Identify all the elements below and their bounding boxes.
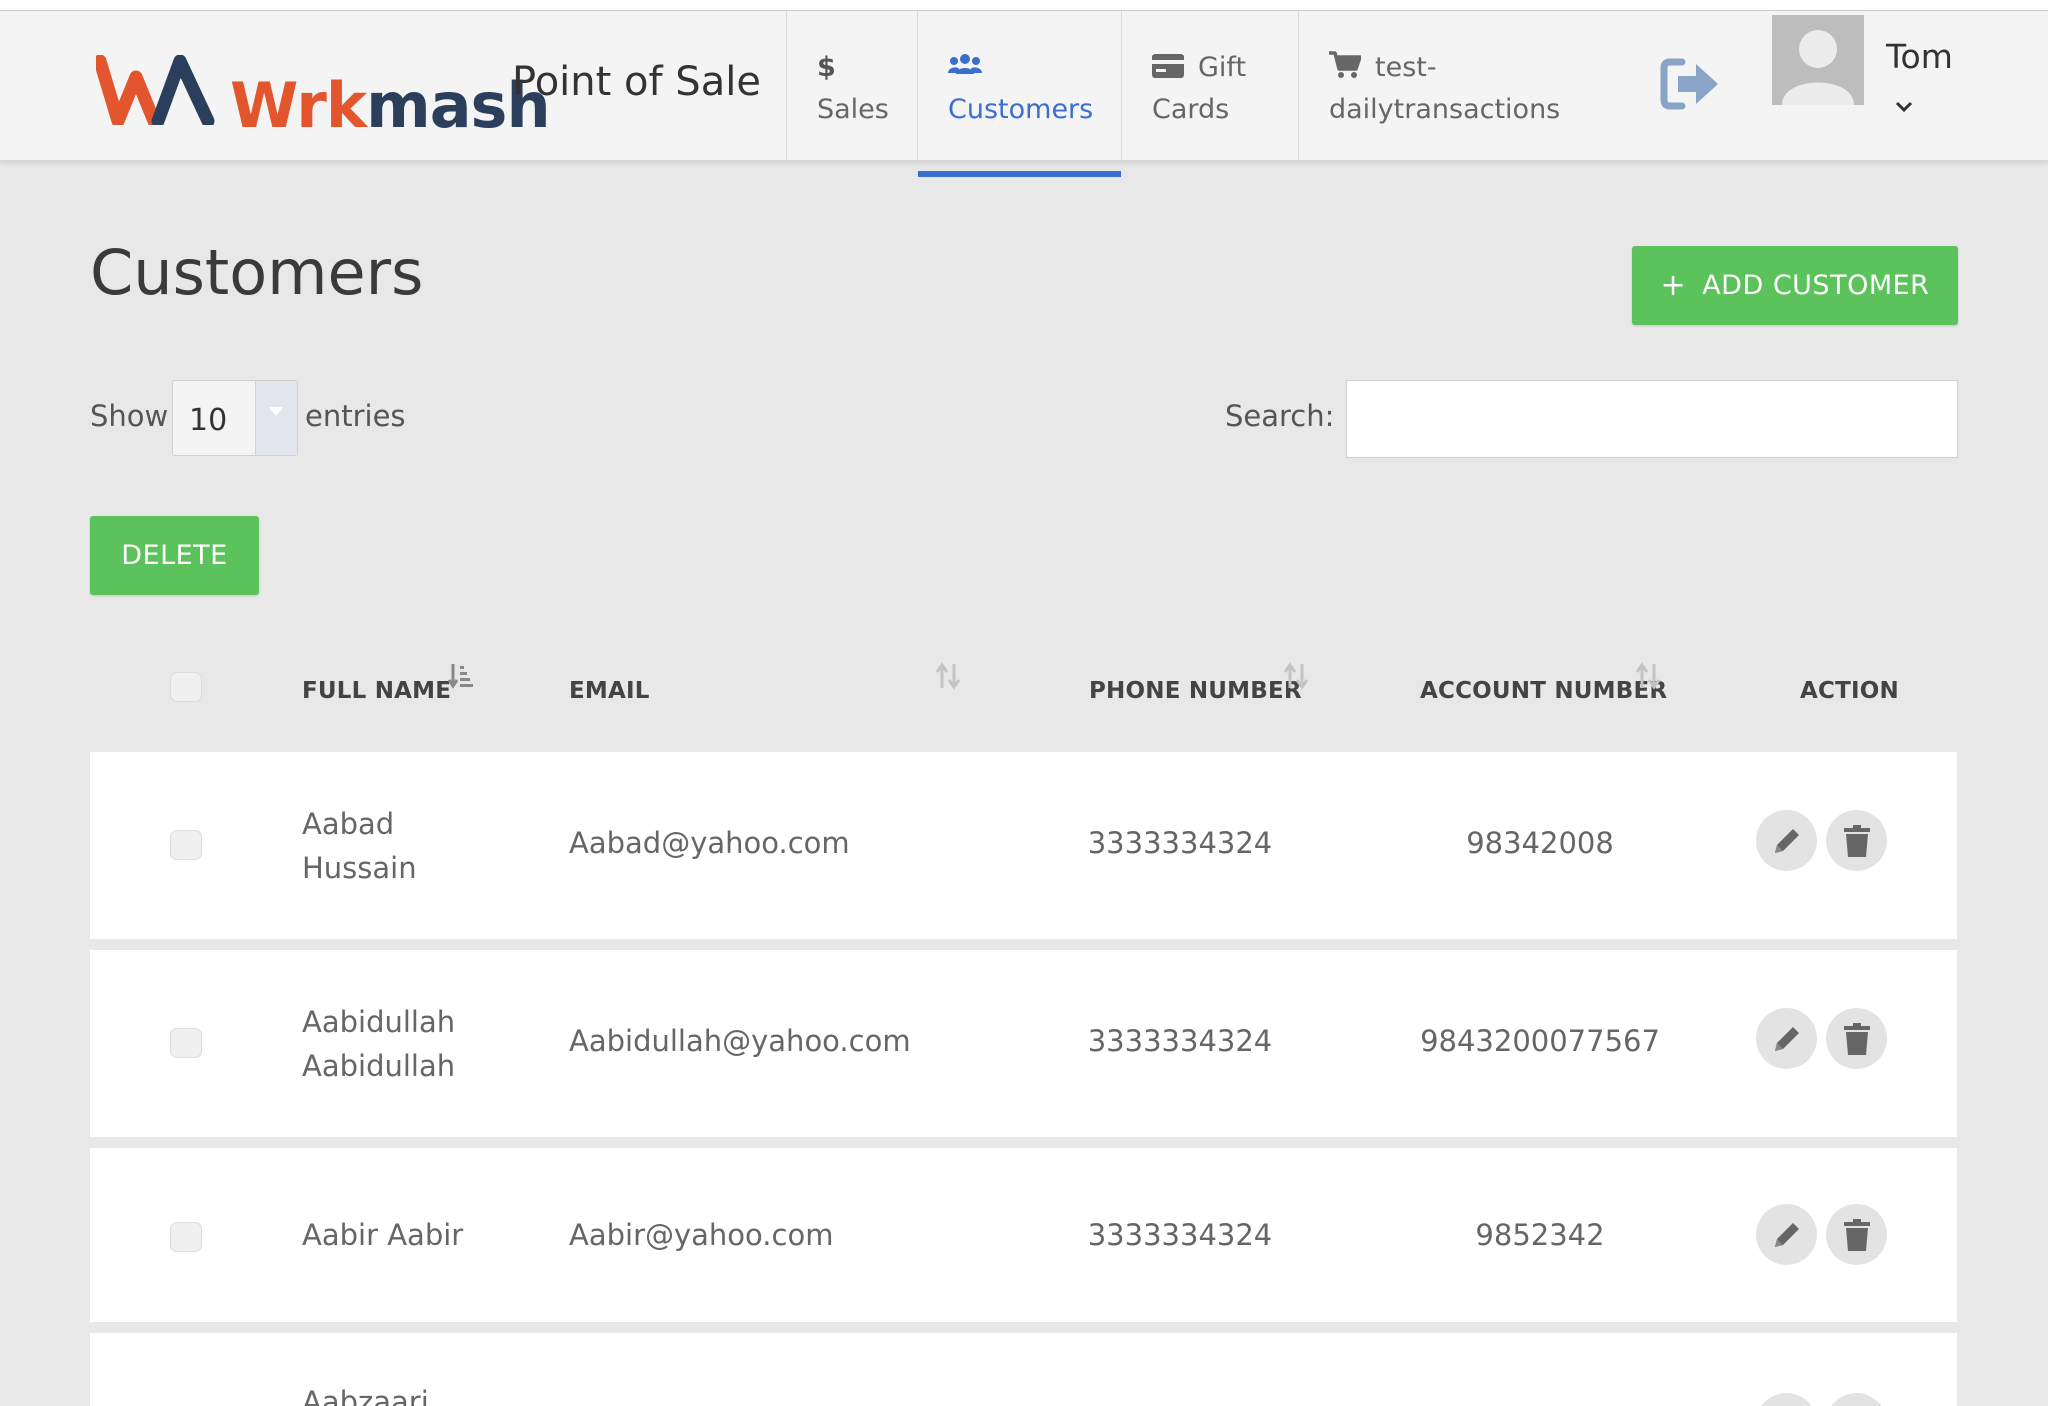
users-icon xyxy=(948,54,982,74)
tab-daily-transactions[interactable]: test- dailytransactions xyxy=(1298,11,1594,161)
sort-asc-icon[interactable] xyxy=(448,662,474,690)
search-label: Search: xyxy=(1225,399,1335,433)
customer-last-name: Hussain xyxy=(302,851,417,885)
tab-daily-transactions-line2: dailytransactions xyxy=(1329,94,1561,125)
pencil-icon xyxy=(1774,1222,1799,1247)
tab-customers[interactable]: Customers xyxy=(917,11,1121,177)
customer-email: Aabir@yahoo.com xyxy=(569,1218,834,1252)
customer-phone: 3333334324 xyxy=(1087,1218,1273,1252)
table-row[interactable]: Aabidullah Aabidullah Aabidullah@yahoo.c… xyxy=(90,950,1957,1137)
customer-full-name: Aabidullah Aabidullah xyxy=(302,1000,455,1088)
customer-last-name: Aabidullah xyxy=(302,1049,456,1083)
edit-button[interactable] xyxy=(1756,1008,1817,1069)
tab-gift-cards-line1: Gift xyxy=(1198,52,1247,83)
customer-email: Aabidullah@yahoo.com xyxy=(569,1024,911,1058)
cart-icon xyxy=(1329,51,1361,78)
trash-icon xyxy=(1843,1218,1870,1251)
delete-button[interactable]: DELETE xyxy=(90,516,259,595)
chevron-down-icon[interactable] xyxy=(1895,101,1913,113)
edit-button[interactable] xyxy=(1756,810,1817,871)
column-header-action: ACTION xyxy=(1800,678,1899,704)
edit-button[interactable] xyxy=(1756,1393,1817,1406)
customer-email: Aabad@yahoo.com xyxy=(569,826,850,860)
user-name[interactable]: Tom xyxy=(1886,37,1953,76)
customer-account-number: 9852342 xyxy=(1475,1218,1605,1252)
sort-both-icon[interactable] xyxy=(935,662,961,690)
select-all-checkbox[interactable] xyxy=(170,672,202,702)
column-header-full-name[interactable]: FULL NAME xyxy=(302,678,451,704)
tab-gift-cards-line2: Cards xyxy=(1152,94,1230,125)
entries-label: entries xyxy=(305,399,406,433)
wrkmash-logo[interactable]: Wrkmash xyxy=(96,47,551,142)
row-checkbox[interactable] xyxy=(170,830,202,860)
browser-top-line xyxy=(0,0,2048,11)
column-header-email[interactable]: EMAIL xyxy=(569,678,650,704)
page-title: Customers xyxy=(90,236,424,309)
app-title: Point of Sale xyxy=(512,59,761,105)
pencil-icon xyxy=(1774,1026,1799,1051)
credit-card-icon xyxy=(1152,54,1184,78)
entries-select[interactable]: 10 xyxy=(172,380,298,456)
customer-account-number: 9843200077567 xyxy=(1420,1024,1660,1058)
trash-icon xyxy=(1843,824,1870,857)
customer-first-name: Aabad xyxy=(302,807,395,841)
pencil-icon xyxy=(1774,828,1799,853)
dollar-icon: $ xyxy=(817,52,836,83)
wrkmash-logo-mark-icon xyxy=(96,55,215,125)
delete-row-button[interactable] xyxy=(1826,1008,1887,1069)
user-avatar[interactable] xyxy=(1772,15,1864,105)
sort-both-icon[interactable] xyxy=(1283,662,1309,690)
tab-gift-cards[interactable]: Gift Cards xyxy=(1121,11,1298,161)
table-row[interactable]: Aabir Aabir Aabir@yahoo.com 3333334324 9… xyxy=(90,1148,1957,1322)
table-row[interactable]: Aabad Hussain Aabad@yahoo.com 3333334324… xyxy=(90,752,1957,939)
delete-row-button[interactable] xyxy=(1826,810,1887,871)
entries-select-arrow[interactable] xyxy=(255,381,297,455)
add-customer-button[interactable]: + ADD CUSTOMER xyxy=(1632,246,1958,325)
logo-word-orange: Wrk xyxy=(230,69,367,142)
tab-sales-text: Sales xyxy=(817,94,889,125)
entries-select-value: 10 xyxy=(189,403,228,438)
user-silhouette-icon xyxy=(1782,30,1854,105)
delete-row-button[interactable] xyxy=(1826,1393,1887,1406)
customer-phone: 3333334324 xyxy=(1087,826,1273,860)
logout-icon[interactable] xyxy=(1660,58,1722,110)
customer-first-name: Aabidullah xyxy=(302,1005,456,1039)
search-input[interactable] xyxy=(1346,380,1958,458)
customer-phone: 3333334324 xyxy=(1087,1024,1273,1058)
tab-sales[interactable]: $ Sales xyxy=(786,11,917,161)
tab-customers-label: Customers xyxy=(948,94,1094,125)
column-header-phone-number[interactable]: PHONE NUMBER xyxy=(1089,678,1302,704)
add-customer-label: ADD CUSTOMER xyxy=(1702,270,1930,301)
sort-both-icon[interactable] xyxy=(1635,662,1661,690)
edit-button[interactable] xyxy=(1756,1204,1817,1265)
trash-icon xyxy=(1843,1022,1870,1055)
show-label: Show xyxy=(90,399,169,433)
plus-icon: + xyxy=(1660,268,1687,303)
row-checkbox[interactable] xyxy=(170,1222,202,1252)
app-header: Wrkmash Point of Sale $ Sales Customers … xyxy=(0,11,2048,177)
tab-sales-label: $ Sales xyxy=(817,47,889,131)
caret-down-icon xyxy=(269,407,283,416)
customer-full-name: Aabir Aabir xyxy=(302,1218,464,1252)
customer-account-number: 98342008 xyxy=(1466,826,1614,860)
column-header-account-number[interactable]: ACCOUNT NUMBER xyxy=(1420,678,1667,704)
tab-daily-transactions-line1: test- xyxy=(1375,52,1437,83)
row-checkbox[interactable] xyxy=(170,1028,202,1058)
logo-wordmark: Wrkmash xyxy=(230,69,551,142)
delete-row-button[interactable] xyxy=(1826,1204,1887,1265)
customer-full-name: Aabzaari xyxy=(302,1385,429,1406)
table-row[interactable]: Aabzaari xyxy=(90,1333,1957,1406)
customer-full-name: Aabad Hussain xyxy=(302,802,417,890)
